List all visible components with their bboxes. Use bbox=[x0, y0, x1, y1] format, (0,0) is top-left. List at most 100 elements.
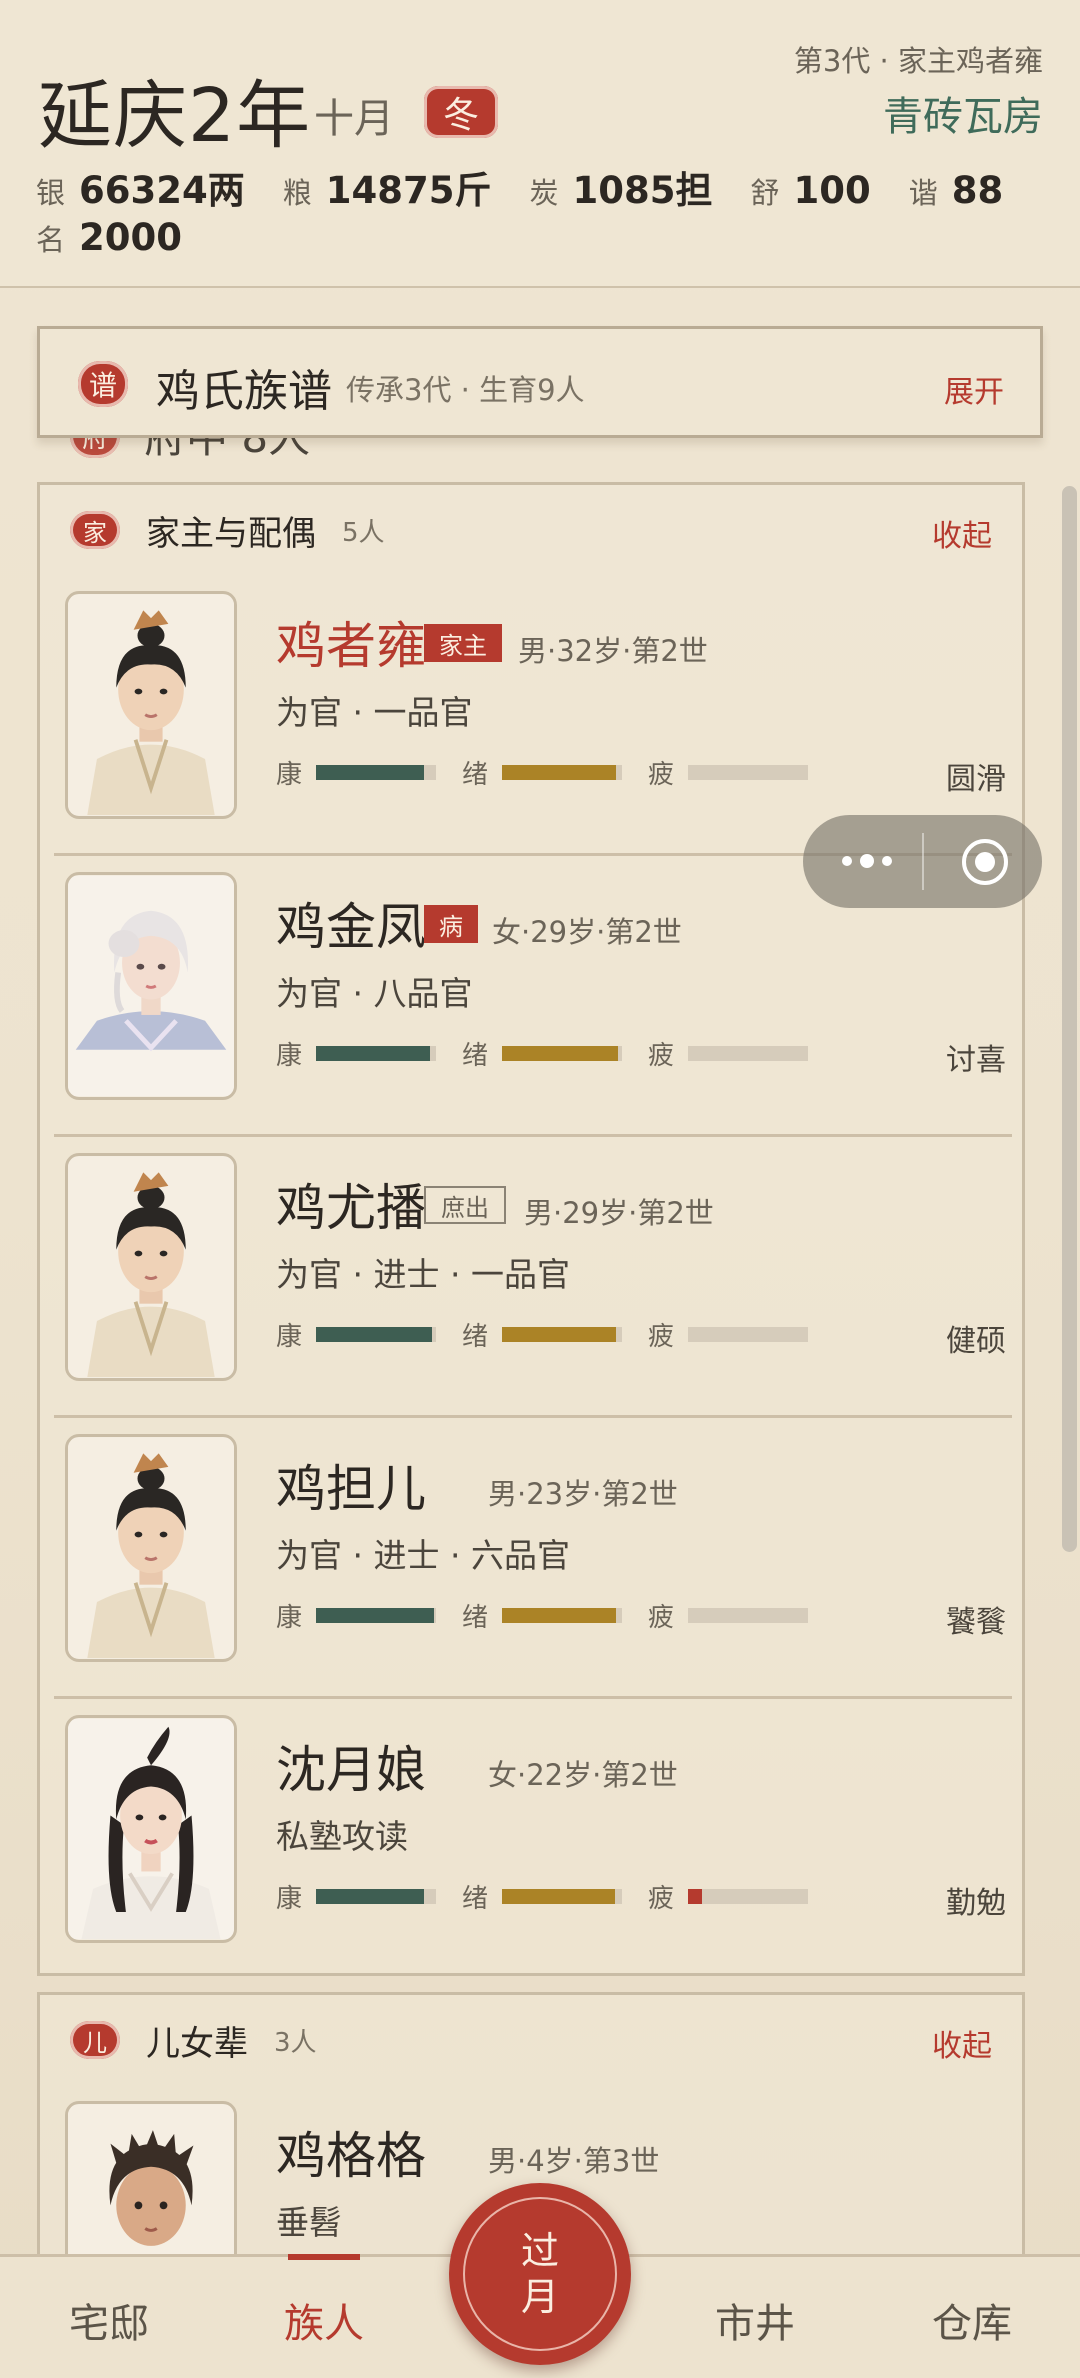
close-program-icon[interactable] bbox=[960, 837, 1010, 887]
genealogy-subtitle: 传承3代 · 生育9人 bbox=[346, 373, 585, 407]
tab-market[interactable]: 市井 bbox=[690, 2291, 820, 2349]
resource-grain: 粮 14875斤 bbox=[282, 169, 492, 212]
member-name: 鸡格格 bbox=[276, 2127, 426, 2185]
member-stats: 康 绪 疲 bbox=[276, 754, 834, 790]
health-bar bbox=[316, 764, 436, 780]
member-info: 男·23岁·第2世 bbox=[488, 1477, 678, 1511]
fatigue-bar bbox=[688, 1045, 808, 1061]
season-badge: 冬 bbox=[424, 86, 498, 138]
member-card[interactable]: 鸡者雍 家主 男·32岁·第2世 为官 · 一品官 康 绪 疲 圆滑 bbox=[54, 576, 1012, 856]
capsule-divider bbox=[922, 833, 924, 890]
male-portrait-image bbox=[68, 1437, 234, 1659]
member-stats: 康 绪 疲 bbox=[276, 1878, 834, 1914]
status-header: 延庆2年 十月 冬 第3代 · 家主鸡者雍 青砖瓦房 银 66324两 粮 1487… bbox=[0, 0, 1080, 288]
female-portrait-image bbox=[68, 1718, 234, 1940]
section-header: 儿 儿女辈 3人 bbox=[70, 2015, 317, 2065]
health-label: 康 bbox=[276, 1040, 303, 1071]
status-badge: 家主 bbox=[424, 624, 502, 662]
genealogy-title: 鸡氏族谱 bbox=[156, 366, 332, 417]
member-occupation: 为官 · 一品官 bbox=[276, 693, 473, 732]
house-type-label: 青砖瓦房 bbox=[883, 94, 1043, 140]
status-badge: 病 bbox=[424, 905, 478, 943]
section-seal: 家 bbox=[70, 511, 120, 549]
genealogy-card[interactable]: 谱 鸡氏族谱 传承3代 · 生育9人 展开 bbox=[37, 326, 1043, 438]
member-card[interactable]: 沈月娘 女·22岁·第2世 私塾攻读 康 绪 疲 勤勉 bbox=[54, 1700, 1012, 1980]
member-stats: 康 绪 疲 bbox=[276, 1035, 834, 1071]
health-bar bbox=[316, 1607, 436, 1623]
member-portrait bbox=[65, 1715, 237, 1943]
member-info: 男·32岁·第2世 bbox=[518, 634, 708, 668]
health-label: 康 bbox=[276, 1883, 303, 1914]
member-stats: 康 绪 疲 bbox=[276, 1316, 834, 1352]
member-name: 沈月娘 bbox=[276, 1741, 426, 1799]
member-portrait bbox=[65, 1153, 237, 1381]
male-portrait-image bbox=[68, 1156, 234, 1378]
section-title: 家主与配偶 bbox=[146, 513, 316, 554]
member-occupation: 私塾攻读 bbox=[276, 1817, 408, 1856]
mood-label: 绪 bbox=[462, 1321, 489, 1352]
health-label: 康 bbox=[276, 759, 303, 790]
tab-warehouse[interactable]: 仓库 bbox=[907, 2291, 1037, 2349]
mood-label: 绪 bbox=[462, 1883, 489, 1914]
resource-row: 银 66324两 粮 14875斤 炭 1085担 舒 100 谐 88 bbox=[36, 160, 1041, 214]
member-occupation: 为官 · 进士 · 一品官 bbox=[276, 1255, 570, 1294]
resource-silver: 银 66324两 bbox=[36, 169, 245, 212]
member-info: 男·4岁·第3世 bbox=[488, 2144, 660, 2178]
fatigue-label: 疲 bbox=[648, 1321, 675, 1352]
member-card[interactable]: 鸡担儿 男·23岁·第2世 为官 · 进士 · 六品官 康 绪 疲 饕餮 bbox=[54, 1419, 1012, 1699]
mood-bar bbox=[502, 1607, 622, 1623]
health-bar bbox=[316, 1888, 436, 1904]
member-info: 女·29岁·第2世 bbox=[492, 915, 682, 949]
fatigue-label: 疲 bbox=[648, 759, 675, 790]
fatigue-bar bbox=[688, 1326, 808, 1342]
resource-harmony: 谐 88 bbox=[908, 169, 1004, 212]
resource-charcoal: 炭 1085担 bbox=[529, 169, 713, 212]
genealogy-expand-button[interactable]: 展开 bbox=[944, 367, 1004, 411]
section-collapse-button[interactable]: 收起 bbox=[932, 2021, 992, 2065]
scrollbar[interactable] bbox=[1062, 486, 1077, 1552]
member-portrait bbox=[65, 872, 237, 1100]
fatigue-bar bbox=[688, 1888, 808, 1904]
fatigue-label: 疲 bbox=[648, 1883, 675, 1914]
health-bar bbox=[316, 1326, 436, 1342]
section-head-and-spouses: 家 家主与配偶 5人 收起 鸡者雍 家主 男·32岁·第2世 为官 · 一品官 bbox=[37, 482, 1025, 1976]
next-month-button[interactable]: 过 月 bbox=[449, 2183, 631, 2365]
tab-clan[interactable]: 族人 bbox=[259, 2291, 389, 2349]
member-occupation: 为官 · 八品官 bbox=[276, 974, 473, 1013]
fame-row: 名 2000 bbox=[36, 216, 220, 259]
member-name: 鸡者雍 bbox=[276, 617, 426, 675]
section-count: 5人 bbox=[342, 517, 385, 548]
generation-line: 第3代 · 家主鸡者雍 bbox=[793, 44, 1043, 78]
section-count: 3人 bbox=[274, 2027, 317, 2058]
mood-bar bbox=[502, 1045, 622, 1061]
member-name: 鸡金凤 bbox=[276, 898, 426, 956]
mood-bar bbox=[502, 764, 622, 780]
mini-program-capsule bbox=[803, 815, 1042, 908]
member-trait: 勤勉 bbox=[946, 1886, 1006, 1921]
section-seal: 儿 bbox=[70, 2021, 120, 2059]
section-collapse-button[interactable]: 收起 bbox=[932, 511, 992, 555]
mood-bar bbox=[502, 1888, 622, 1904]
mood-bar bbox=[502, 1326, 622, 1342]
more-options-icon[interactable] bbox=[837, 849, 897, 873]
member-occupation: 为官 · 进士 · 六品官 bbox=[276, 1536, 570, 1575]
fatigue-label: 疲 bbox=[648, 1040, 675, 1071]
resource-fame: 名 2000 bbox=[36, 216, 182, 259]
fatigue-bar bbox=[688, 764, 808, 780]
mood-label: 绪 bbox=[462, 1040, 489, 1071]
status-badge: 庶出 bbox=[424, 1186, 506, 1224]
tab-residence[interactable]: 宅邸 bbox=[44, 2291, 174, 2349]
male-portrait-image bbox=[68, 594, 234, 816]
member-trait: 饕餮 bbox=[946, 1605, 1006, 1640]
member-name: 鸡担儿 bbox=[276, 1460, 426, 1518]
member-info: 女·22岁·第2世 bbox=[488, 1758, 678, 1792]
member-portrait bbox=[65, 1434, 237, 1662]
health-bar bbox=[316, 1045, 436, 1061]
active-tab-indicator bbox=[288, 2254, 360, 2260]
member-card[interactable]: 鸡尤播 庶出 男·29岁·第2世 为官 · 进士 · 一品官 康 绪 疲 健硕 bbox=[54, 1138, 1012, 1418]
member-trait: 圆滑 bbox=[946, 762, 1006, 797]
month-label: 十月 bbox=[314, 96, 394, 142]
fatigue-label: 疲 bbox=[648, 1602, 675, 1633]
member-occupation: 垂髫 bbox=[276, 2203, 342, 2242]
member-trait: 健硕 bbox=[946, 1324, 1006, 1359]
